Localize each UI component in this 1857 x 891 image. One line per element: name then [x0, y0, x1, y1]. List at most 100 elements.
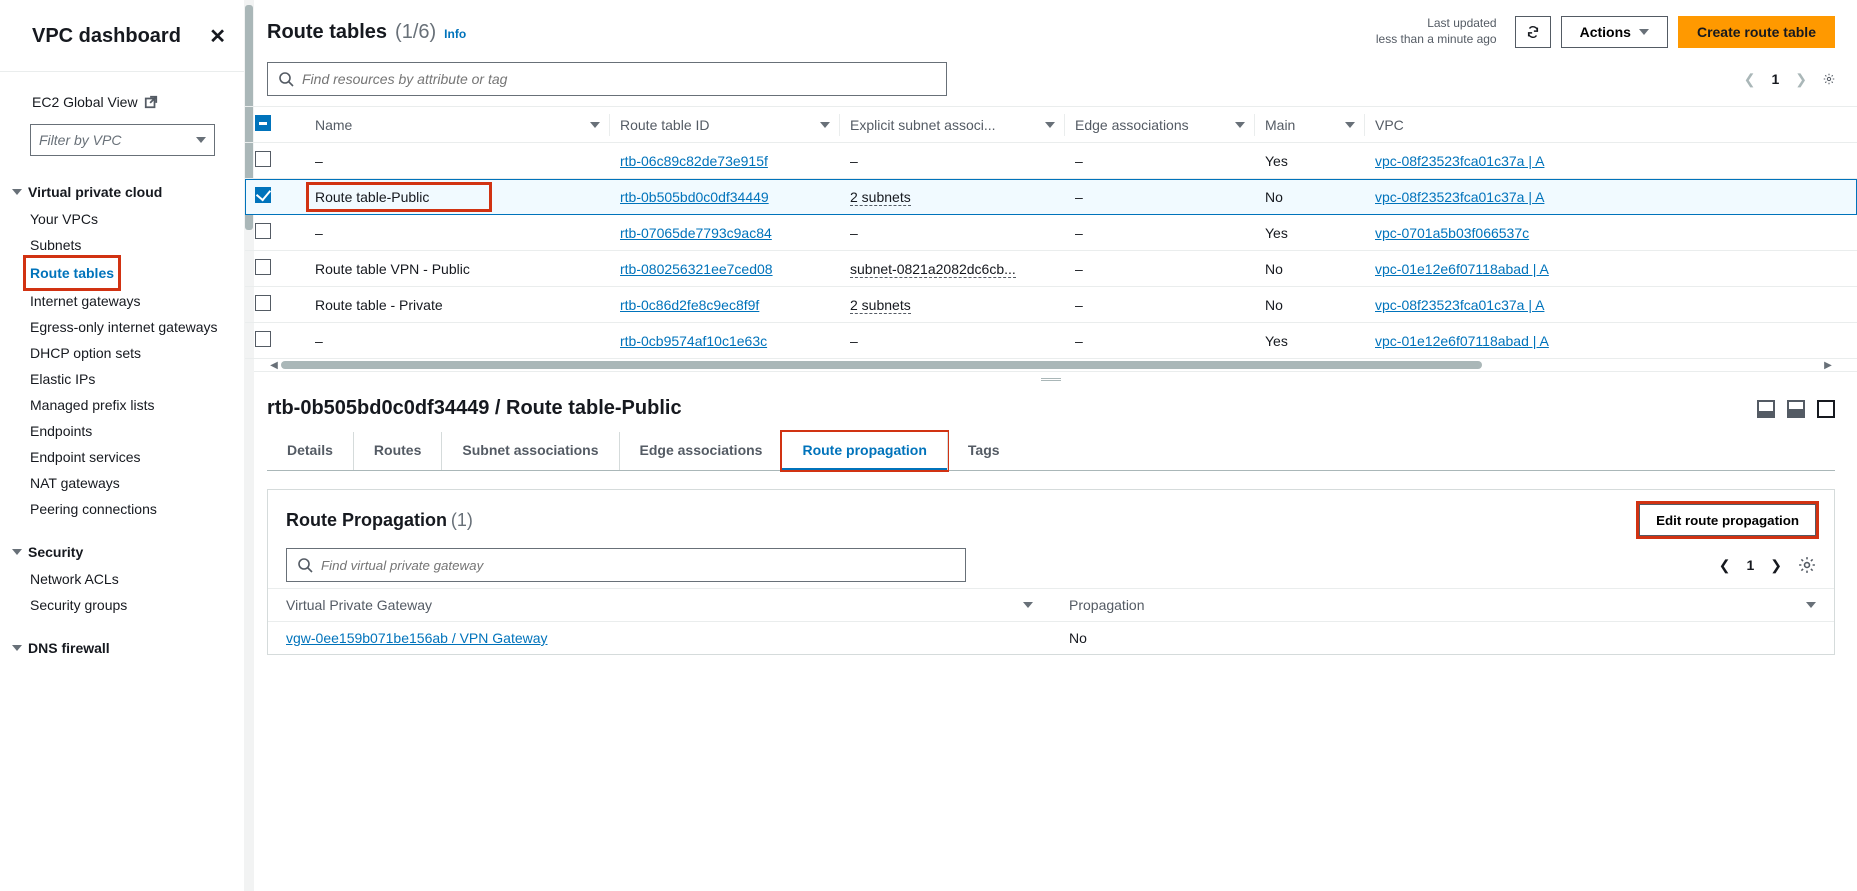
sort-icon[interactable] — [1345, 122, 1355, 128]
vpc-link[interactable]: vpc-08f23523fca01c37a | A — [1375, 189, 1544, 205]
layout-small-icon[interactable] — [1757, 400, 1775, 418]
table-row[interactable]: Route table VPN - Publicrtb-080256321ee7… — [245, 251, 1857, 287]
main-cell: No — [1255, 287, 1365, 323]
route-table-id-link[interactable]: rtb-0c86d2fe8c9ec8f9f — [620, 297, 759, 313]
sidebar-item-subnets[interactable]: Subnets — [30, 232, 232, 258]
scroll-left-arrow[interactable]: ◀ — [267, 360, 281, 371]
vpc-link[interactable]: vpc-0701a5b03f066537c — [1375, 225, 1529, 241]
sidebar-item-dhcp-option-sets[interactable]: DHCP option sets — [30, 340, 232, 366]
close-icon[interactable]: ✕ — [209, 24, 226, 49]
tab-tags[interactable]: Tags — [947, 432, 1020, 470]
row-checkbox[interactable] — [255, 331, 271, 347]
col-subnet-assoc[interactable]: Explicit subnet associ... — [850, 117, 996, 133]
row-checkbox[interactable] — [255, 259, 271, 275]
table-row[interactable]: –rtb-06c89c82de73e915f––Yesvpc-08f23523f… — [245, 143, 1857, 179]
sort-icon[interactable] — [1023, 602, 1033, 608]
col-name[interactable]: Name — [315, 117, 352, 133]
row-checkbox[interactable] — [255, 151, 271, 167]
sort-icon[interactable] — [1806, 602, 1816, 608]
panel-pager-prev[interactable]: ❮ — [1719, 557, 1731, 574]
sidebar-item-peering-connections[interactable]: Peering connections — [30, 496, 232, 522]
tab-route-propagation[interactable]: Route propagation — [782, 432, 946, 471]
sidebar-item-managed-prefix-lists[interactable]: Managed prefix lists — [30, 392, 232, 418]
route-table-id-link[interactable]: rtb-0b505bd0c0df34449 — [620, 189, 769, 205]
sidebar-section-title: DNS firewall — [28, 640, 110, 656]
last-updated-l2: less than a minute ago — [1376, 32, 1497, 48]
create-route-table-button[interactable]: Create route table — [1678, 16, 1835, 48]
sidebar-item-elastic-ips[interactable]: Elastic IPs — [30, 366, 232, 392]
pager-next[interactable]: ❯ — [1795, 71, 1807, 88]
sidebar-item-network-acls[interactable]: Network ACLs — [30, 566, 232, 592]
ec2-global-view-link[interactable]: EC2 Global View — [30, 90, 232, 124]
layout-half-icon[interactable] — [1787, 400, 1805, 418]
subnet-assoc-cell[interactable]: subnet-0821a2082dc6cb... — [850, 261, 1016, 278]
col-propagation[interactable]: Propagation — [1069, 597, 1145, 613]
sort-icon[interactable] — [820, 122, 830, 128]
panel-pager-next[interactable]: ❯ — [1770, 557, 1782, 574]
sidebar-item-endpoints[interactable]: Endpoints — [30, 418, 232, 444]
scroll-right-arrow[interactable]: ▶ — [1821, 360, 1835, 371]
main-cell: Yes — [1255, 215, 1365, 251]
row-checkbox[interactable] — [255, 295, 271, 311]
layout-full-icon[interactable] — [1817, 400, 1835, 418]
vgw-link[interactable]: vgw-0ee159b071be156ab / VPN Gateway — [286, 630, 548, 646]
row-checkbox[interactable] — [255, 223, 271, 239]
sidebar-item-endpoint-services[interactable]: Endpoint services — [30, 444, 232, 470]
info-link[interactable]: Info — [444, 27, 466, 41]
refresh-button[interactable] — [1515, 16, 1551, 48]
sidebar-item-internet-gateways[interactable]: Internet gateways — [30, 288, 232, 314]
actions-button[interactable]: Actions — [1561, 16, 1668, 48]
sidebar-item-security-groups[interactable]: Security groups — [30, 592, 232, 618]
table-horizontal-scrollbar[interactable]: ◀ ▶ — [267, 359, 1835, 371]
route-table-id-link[interactable]: rtb-080256321ee7ced08 — [620, 261, 773, 277]
col-main[interactable]: Main — [1265, 117, 1295, 133]
table-row[interactable]: Route table-Publicrtb-0b505bd0c0df344492… — [245, 179, 1857, 215]
search-box[interactable] — [267, 62, 947, 96]
subnet-assoc-cell[interactable]: 2 subnets — [850, 297, 911, 314]
vpc-link[interactable]: vpc-01e12e6f07118abad | A — [1375, 333, 1549, 349]
route-table-id-link[interactable]: rtb-06c89c82de73e915f — [620, 153, 768, 169]
sidebar-item-nat-gateways[interactable]: NAT gateways — [30, 470, 232, 496]
row-checkbox[interactable] — [255, 187, 271, 203]
table-row[interactable]: –rtb-0cb9574af10c1e63c––Yesvpc-01e12e6f0… — [245, 323, 1857, 359]
propagation-search-box[interactable] — [286, 548, 966, 582]
sidebar-item-your-vpcs[interactable]: Your VPCs — [30, 206, 232, 232]
sort-icon[interactable] — [1235, 122, 1245, 128]
route-propagation-count: (1) — [451, 510, 473, 530]
vpc-link[interactable]: vpc-01e12e6f07118abad | A — [1375, 261, 1549, 277]
sidebar-section-header[interactable]: Security — [12, 538, 232, 566]
col-virtual-private-gateway[interactable]: Virtual Private Gateway — [286, 597, 432, 613]
table-row[interactable]: –rtb-07065de7793c9ac84––Yesvpc-0701a5b03… — [245, 215, 1857, 251]
tab-subnet-associations[interactable]: Subnet associations — [441, 432, 618, 470]
col-route-table-id[interactable]: Route table ID — [620, 117, 710, 133]
gear-icon[interactable] — [1823, 73, 1835, 85]
propagation-search-input[interactable] — [321, 558, 955, 573]
gear-icon[interactable] — [1798, 556, 1816, 574]
route-table-id-link[interactable]: rtb-07065de7793c9ac84 — [620, 225, 772, 241]
vpc-link[interactable]: vpc-08f23523fca01c37a | A — [1375, 297, 1544, 313]
tab-details[interactable]: Details — [267, 432, 353, 470]
details-panel-resize-handle[interactable] — [245, 371, 1857, 387]
tab-routes[interactable]: Routes — [353, 432, 441, 470]
sidebar-section-header[interactable]: DNS firewall — [12, 634, 232, 662]
subnet-assoc-cell[interactable]: 2 subnets — [850, 189, 911, 206]
propagation-table: Virtual Private Gateway Propagation vgw-… — [268, 588, 1834, 654]
vpc-link[interactable]: vpc-08f23523fca01c37a | A — [1375, 153, 1544, 169]
pager-prev[interactable]: ❮ — [1744, 71, 1756, 88]
sidebar-item-egress-only-internet-gateways[interactable]: Egress-only internet gateways — [30, 314, 232, 340]
tab-edge-associations[interactable]: Edge associations — [619, 432, 783, 470]
select-all-checkbox[interactable] — [255, 115, 271, 131]
edit-route-propagation-button[interactable]: Edit route propagation — [1639, 504, 1816, 536]
filter-by-vpc-placeholder: Filter by VPC — [39, 132, 121, 148]
sort-icon[interactable] — [590, 122, 600, 128]
sidebar-item-route-tables[interactable]: Route tables — [30, 260, 114, 286]
sort-icon[interactable] — [1045, 122, 1055, 128]
scroll-thumb[interactable] — [281, 361, 1482, 369]
filter-by-vpc-select[interactable]: Filter by VPC — [30, 124, 215, 156]
route-table-id-link[interactable]: rtb-0cb9574af10c1e63c — [620, 333, 767, 349]
col-edge-assoc[interactable]: Edge associations — [1075, 117, 1189, 133]
search-input[interactable] — [302, 71, 936, 87]
col-vpc[interactable]: VPC — [1375, 117, 1404, 133]
sidebar-section-header[interactable]: Virtual private cloud — [12, 178, 232, 206]
table-row[interactable]: Route table - Privatertb-0c86d2fe8c9ec8f… — [245, 287, 1857, 323]
